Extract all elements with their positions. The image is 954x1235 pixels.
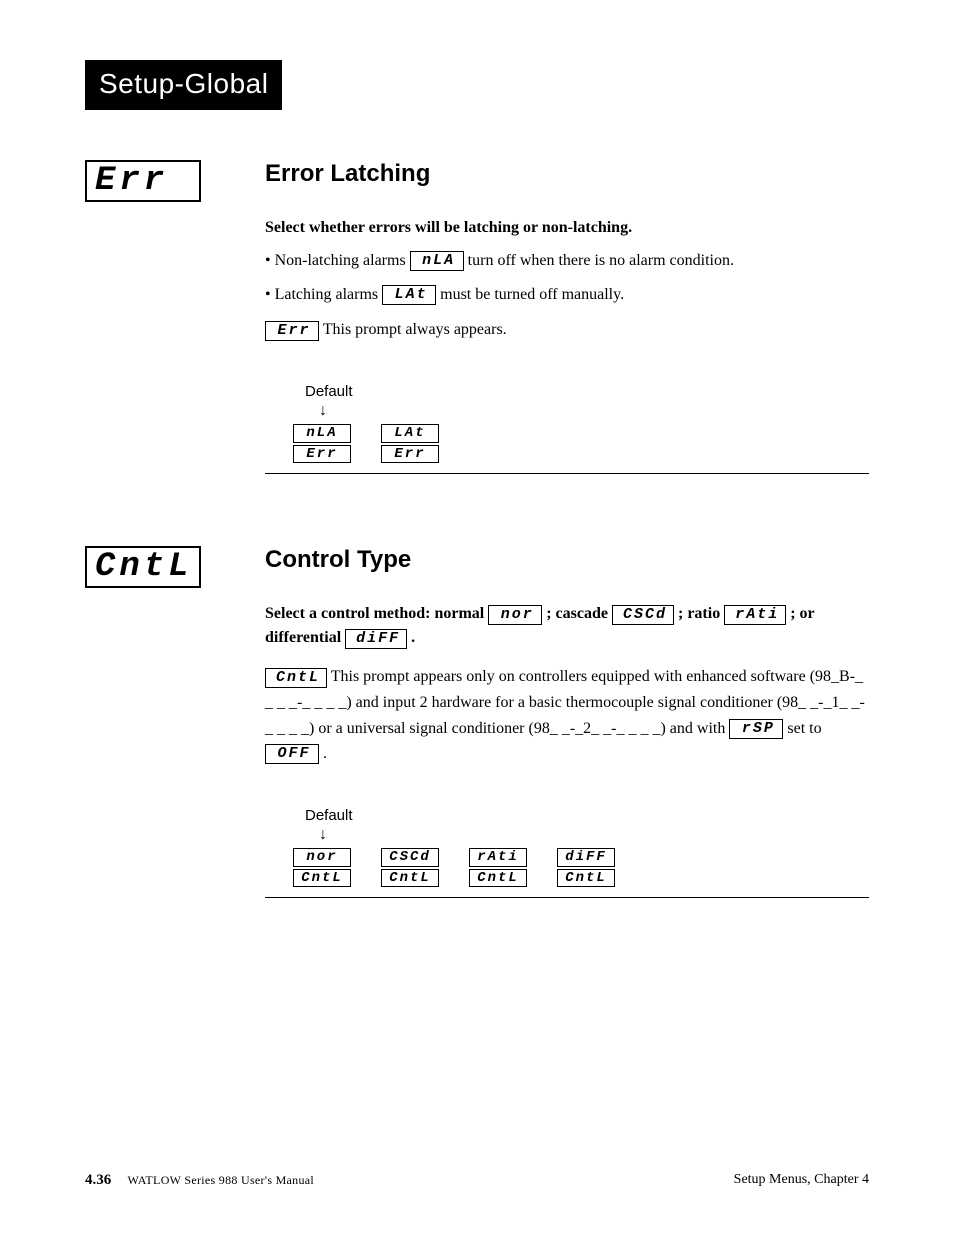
- option-rati: rAti CntL: [469, 848, 527, 888]
- down-arrow-icon: ↓: [319, 826, 869, 844]
- control-type-title: Control Type: [265, 546, 869, 574]
- text: turn off when there is no alarm conditio…: [468, 252, 734, 269]
- option-nla: nLA Err: [293, 424, 351, 464]
- rati-display: rAti: [724, 605, 786, 625]
- text: • Non-latching alarms: [265, 252, 410, 269]
- opt-top: nLA: [293, 424, 351, 443]
- err-large-display: Err: [85, 160, 201, 202]
- option-nor: nor CntL: [293, 848, 351, 888]
- text: set to: [787, 720, 821, 737]
- chapter-label: Setup Menus, Chapter 4: [734, 1172, 869, 1189]
- page-footer: 4.36 WATLOW Series 988 User's Manual Set…: [85, 1172, 869, 1189]
- nor-display: nor: [488, 605, 542, 625]
- cntl-body: CntL This prompt appears only on control…: [265, 664, 869, 766]
- err-lead: Select whether errors will be latching o…: [265, 216, 869, 240]
- text: ; cascade: [546, 605, 612, 622]
- lat-display: LAt: [382, 285, 436, 305]
- cntl-large-display: CntL: [85, 546, 201, 588]
- opt-bot: CntL: [381, 869, 439, 888]
- opt-top: CSCd: [381, 848, 439, 867]
- opt-top: LAt: [381, 424, 439, 443]
- err-options: Default ↓ nLA Err LAt Err: [265, 383, 869, 475]
- option-cscd: CSCd CntL: [381, 848, 439, 888]
- text: • Latching alarms: [265, 286, 382, 303]
- opt-top: diFF: [557, 848, 615, 867]
- cntl-lead: Select a control method: normal nor ; ca…: [265, 602, 869, 650]
- opt-bot: CntL: [293, 869, 351, 888]
- error-latching-title: Error Latching: [265, 160, 869, 188]
- opt-top: rAti: [469, 848, 527, 867]
- rsp-display: rSP: [729, 719, 783, 739]
- text: Select a control method: normal: [265, 605, 488, 622]
- diff-display: diFF: [345, 629, 407, 649]
- cntl-options: Default ↓ nor CntL CSCd CntL rAti CntL: [265, 807, 869, 899]
- divider: [265, 897, 869, 898]
- cntl-inline-display: CntL: [265, 668, 327, 688]
- err-display-text: Err: [95, 162, 168, 200]
- opt-top: nor: [293, 848, 351, 867]
- nla-display: nLA: [410, 251, 464, 271]
- off-display: OFF: [265, 744, 319, 764]
- err-appears: Err This prompt always appears.: [265, 317, 869, 343]
- err-bullet-2: • Latching alarms LAt must be turned off…: [265, 282, 869, 308]
- text: must be turned off manually.: [440, 286, 624, 303]
- text: .: [411, 629, 415, 646]
- manual-title: WATLOW Series 988 User's Manual: [128, 1173, 315, 1187]
- opt-bot: CntL: [469, 869, 527, 888]
- text: This prompt always appears.: [323, 321, 507, 338]
- page-number: 4.36: [85, 1172, 111, 1188]
- err-bullet-1: • Non-latching alarms nLA turn off when …: [265, 248, 869, 274]
- default-label: Default: [305, 807, 869, 824]
- cntl-display-text: CntL: [95, 548, 193, 586]
- section-tab: Setup-Global: [85, 60, 282, 110]
- err-inline-display: Err: [265, 321, 319, 341]
- opt-bot: Err: [381, 445, 439, 464]
- option-lat: LAt Err: [381, 424, 439, 464]
- cscd-display: CSCd: [612, 605, 674, 625]
- divider: [265, 473, 869, 474]
- opt-bot: Err: [293, 445, 351, 464]
- default-label: Default: [305, 383, 869, 400]
- opt-bot: CntL: [557, 869, 615, 888]
- text: .: [323, 745, 327, 762]
- text: ; ratio: [678, 605, 724, 622]
- option-diff: diFF CntL: [557, 848, 615, 888]
- down-arrow-icon: ↓: [319, 402, 869, 420]
